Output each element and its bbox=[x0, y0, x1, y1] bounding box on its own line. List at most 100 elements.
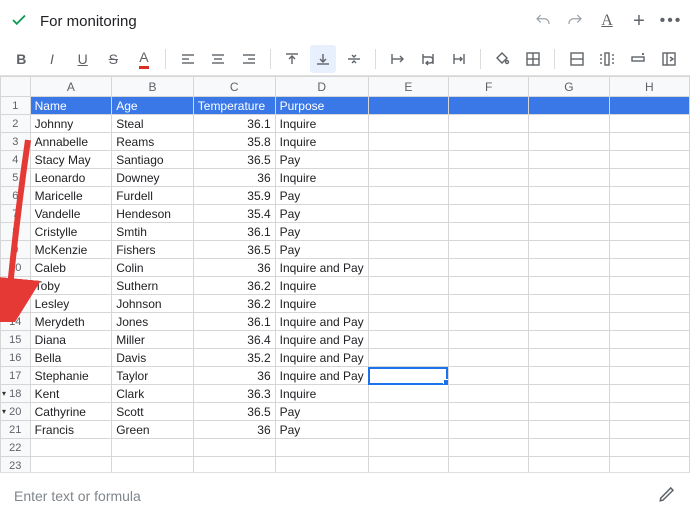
header-cell[interactable] bbox=[529, 97, 609, 115]
cell[interactable] bbox=[609, 439, 689, 457]
cell[interactable]: Taylor bbox=[112, 367, 194, 385]
cell[interactable] bbox=[112, 457, 194, 473]
cell[interactable]: Colin bbox=[112, 259, 194, 277]
cell[interactable] bbox=[448, 385, 528, 403]
row-number[interactable]: 4 bbox=[1, 151, 31, 169]
row-number[interactable]: 5 bbox=[1, 169, 31, 187]
cell[interactable]: Johnson bbox=[112, 295, 194, 313]
italic-button[interactable]: I bbox=[39, 45, 66, 73]
row-number[interactable]: ▾20 bbox=[1, 403, 31, 421]
row-number[interactable]: ▾18 bbox=[1, 385, 31, 403]
cell[interactable] bbox=[448, 133, 528, 151]
column-header-G[interactable]: G bbox=[529, 77, 609, 97]
cell[interactable] bbox=[448, 421, 528, 439]
align-left-button[interactable] bbox=[174, 45, 201, 73]
cell[interactable] bbox=[368, 313, 448, 331]
cell[interactable] bbox=[609, 151, 689, 169]
cell[interactable] bbox=[448, 187, 528, 205]
row-number[interactable]: 2 bbox=[1, 115, 31, 133]
cell[interactable]: Smtih bbox=[112, 223, 194, 241]
cell[interactable] bbox=[448, 205, 528, 223]
cell[interactable]: Inquire and Pay bbox=[275, 349, 368, 367]
cell[interactable]: 36.2 bbox=[193, 277, 275, 295]
cell[interactable]: Francis bbox=[30, 421, 112, 439]
cell[interactable]: Inquire and Pay bbox=[275, 313, 368, 331]
selected-cell[interactable] bbox=[368, 367, 448, 385]
cell[interactable]: Reams bbox=[112, 133, 194, 151]
cell[interactable] bbox=[368, 241, 448, 259]
cell[interactable] bbox=[368, 385, 448, 403]
cell[interactable] bbox=[193, 439, 275, 457]
column-header-E[interactable]: E bbox=[368, 77, 448, 97]
cell[interactable] bbox=[368, 331, 448, 349]
cell[interactable] bbox=[30, 439, 112, 457]
cell[interactable]: Davis bbox=[112, 349, 194, 367]
cell[interactable] bbox=[448, 277, 528, 295]
header-cell[interactable]: Age bbox=[112, 97, 194, 115]
cell[interactable]: 35.2 bbox=[193, 349, 275, 367]
cell[interactable]: Cristylle bbox=[30, 223, 112, 241]
cell[interactable]: Pay bbox=[275, 151, 368, 169]
row-number[interactable]: 7 bbox=[1, 205, 31, 223]
cell[interactable] bbox=[448, 439, 528, 457]
row-number[interactable]: 8 bbox=[1, 223, 31, 241]
spreadsheet-area[interactable]: ABCDEFGH 1NameAgeTemperaturePurpose2John… bbox=[0, 76, 690, 472]
cell[interactable] bbox=[609, 313, 689, 331]
cell[interactable]: Inquire bbox=[275, 169, 368, 187]
cell[interactable] bbox=[448, 223, 528, 241]
more-icon[interactable]: ••• bbox=[662, 12, 680, 30]
cell[interactable] bbox=[448, 403, 528, 421]
cell[interactable]: Pay bbox=[275, 187, 368, 205]
cell[interactable]: Stephanie bbox=[30, 367, 112, 385]
cell[interactable] bbox=[529, 241, 609, 259]
cell[interactable] bbox=[368, 151, 448, 169]
header-cell[interactable]: Name bbox=[30, 97, 112, 115]
text-format-icon[interactable]: A bbox=[598, 12, 616, 30]
valign-bottom-button[interactable] bbox=[310, 45, 337, 73]
cell[interactable]: Pay bbox=[275, 403, 368, 421]
cell[interactable]: Merydeth bbox=[30, 313, 112, 331]
cell[interactable]: Inquire and Pay bbox=[275, 367, 368, 385]
cell[interactable] bbox=[529, 295, 609, 313]
column-header-F[interactable]: F bbox=[448, 77, 528, 97]
cell[interactable] bbox=[529, 457, 609, 473]
cell[interactable]: Inquire bbox=[275, 295, 368, 313]
cell[interactable]: Pay bbox=[275, 205, 368, 223]
cell[interactable] bbox=[448, 295, 528, 313]
cell[interactable] bbox=[368, 439, 448, 457]
cell[interactable] bbox=[368, 115, 448, 133]
freeze-button[interactable] bbox=[655, 45, 682, 73]
cell[interactable]: 36.5 bbox=[193, 241, 275, 259]
cell[interactable] bbox=[609, 385, 689, 403]
cell[interactable] bbox=[609, 331, 689, 349]
cell[interactable]: 36.4 bbox=[193, 331, 275, 349]
column-header-A[interactable]: A bbox=[30, 77, 112, 97]
column-header-H[interactable]: H bbox=[609, 77, 689, 97]
cell[interactable] bbox=[609, 187, 689, 205]
cell[interactable]: Pay bbox=[275, 241, 368, 259]
group-marker-icon[interactable]: ▾ bbox=[2, 389, 6, 398]
cell[interactable] bbox=[448, 349, 528, 367]
header-cell[interactable] bbox=[609, 97, 689, 115]
cell[interactable]: Kent bbox=[30, 385, 112, 403]
cell[interactable] bbox=[368, 223, 448, 241]
cell[interactable] bbox=[609, 259, 689, 277]
fill-color-button[interactable] bbox=[489, 45, 516, 73]
cell[interactable] bbox=[609, 241, 689, 259]
cell[interactable]: 35.8 bbox=[193, 133, 275, 151]
valign-top-button[interactable] bbox=[279, 45, 306, 73]
cell[interactable]: Santiago bbox=[112, 151, 194, 169]
cell[interactable] bbox=[609, 403, 689, 421]
cell[interactable]: 36.1 bbox=[193, 223, 275, 241]
cell[interactable]: Inquire and Pay bbox=[275, 331, 368, 349]
cell[interactable] bbox=[529, 385, 609, 403]
cell[interactable] bbox=[275, 457, 368, 473]
cell[interactable]: Pay bbox=[275, 223, 368, 241]
cell[interactable]: Inquire bbox=[275, 277, 368, 295]
cell[interactable] bbox=[368, 169, 448, 187]
cell[interactable]: 36.3 bbox=[193, 385, 275, 403]
cell[interactable] bbox=[529, 259, 609, 277]
header-cell[interactable] bbox=[448, 97, 528, 115]
row-number[interactable]: ▾11 bbox=[1, 277, 31, 295]
cell[interactable]: Cathyrine bbox=[30, 403, 112, 421]
